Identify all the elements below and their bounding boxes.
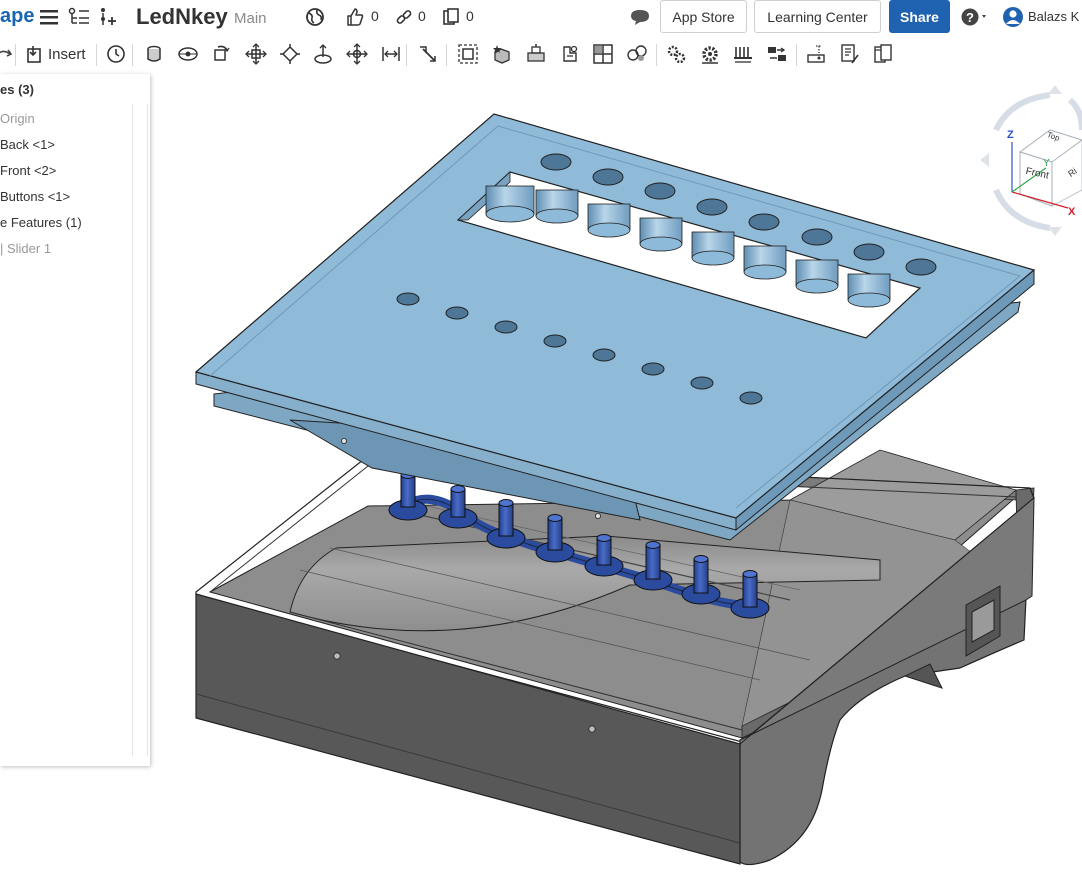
instances-heading[interactable]: es (3) <box>0 82 34 97</box>
instance-back[interactable]: Back <1> <box>0 137 55 152</box>
axis-z-label: Z <box>1007 129 1014 141</box>
panel-scrollbar[interactable] <box>147 104 148 756</box>
link-icon[interactable] <box>393 7 415 27</box>
menu-icon[interactable] <box>38 7 60 27</box>
globe-icon[interactable] <box>304 7 326 27</box>
document-title[interactable]: LedNkey <box>136 4 228 30</box>
gear-relation-icon[interactable] <box>558 42 582 66</box>
toolbar-separator <box>96 44 97 66</box>
panel-divider <box>132 104 133 756</box>
revolute-mate-icon[interactable] <box>209 42 233 66</box>
axis-y-label: Y <box>1043 158 1050 169</box>
mate-slider[interactable]: | Slider 1 <box>0 241 51 256</box>
share-button[interactable]: Share <box>889 0 950 33</box>
slider-mate-icon[interactable] <box>244 42 268 66</box>
graphics-viewport[interactable]: Z Y X Top Front Ri <box>150 74 1082 893</box>
link-count: 0 <box>418 8 426 24</box>
cylindrical-mate-icon[interactable] <box>311 42 335 66</box>
toolbar-separator <box>132 44 133 66</box>
avatar-icon[interactable] <box>1002 7 1024 27</box>
mate-connector-icon[interactable] <box>142 42 166 66</box>
redo-icon[interactable] <box>0 42 16 66</box>
group-icon[interactable] <box>456 42 480 66</box>
linear-relation-icon[interactable] <box>765 42 789 66</box>
feature-toolbar: Insert <box>0 36 1082 72</box>
learning-center-button[interactable]: Learning Center <box>754 0 881 33</box>
help-icon[interactable]: ? <box>958 7 992 27</box>
linear-pattern-icon[interactable] <box>625 42 649 66</box>
led-tube <box>743 245 787 280</box>
mass-properties-icon[interactable] <box>838 42 862 66</box>
measure-icon[interactable] <box>804 42 828 66</box>
explode-view-icon[interactable] <box>591 42 615 66</box>
rack-pinion-icon[interactable] <box>731 42 755 66</box>
like-count: 0 <box>371 8 379 24</box>
axis-x-label: X <box>1068 206 1076 218</box>
led-tube <box>535 189 579 224</box>
gear-icon[interactable] <box>698 42 722 66</box>
instance-front[interactable]: Front <2> <box>0 163 56 178</box>
insert-feature-icon[interactable] <box>98 7 120 27</box>
insert-icon[interactable] <box>22 42 46 66</box>
insert-button[interactable]: Insert <box>48 46 86 63</box>
comment-icon[interactable] <box>629 7 651 27</box>
toolbar-separator <box>15 44 16 66</box>
tangent-mate-icon[interactable] <box>416 42 440 66</box>
instance-list-panel: es (3) Origin Back <1> Front <2> Buttons… <box>0 74 150 766</box>
led-tube <box>639 217 683 252</box>
mate-features-folder[interactable]: e Features (1) <box>0 215 82 230</box>
ball-mate-icon[interactable] <box>345 42 369 66</box>
view-cube[interactable]: Z Y X Top Front Ri <box>980 85 1082 236</box>
replicate-icon[interactable] <box>490 42 514 66</box>
led-tube <box>485 185 535 223</box>
feature-list-icon[interactable] <box>68 7 90 27</box>
svg-text:?: ? <box>966 10 974 25</box>
instance-origin[interactable]: Origin <box>0 111 35 126</box>
onshape-logo[interactable]: ape <box>0 5 34 28</box>
planar-mate-icon[interactable] <box>278 42 302 66</box>
led-tube <box>847 273 891 308</box>
user-name[interactable]: Balazs K <box>1028 9 1079 24</box>
settings-icon[interactable] <box>664 42 688 66</box>
like-icon[interactable] <box>344 7 366 27</box>
toolbar-separator <box>796 44 797 66</box>
instance-buttons[interactable]: Buttons <1> <box>0 189 70 204</box>
led-tube <box>795 259 839 294</box>
mate-relation-icon[interactable] <box>524 42 548 66</box>
led-tube <box>691 231 735 266</box>
branch-name[interactable]: Main <box>234 10 267 27</box>
copy-count: 0 <box>466 8 474 24</box>
copy-icon[interactable] <box>440 7 462 27</box>
toolbar-separator <box>406 44 407 66</box>
parallel-mate-icon[interactable] <box>379 42 403 66</box>
toolbar-separator <box>446 44 447 66</box>
top-bar: ape LedNkey Main 0 0 0 App Store Learnin… <box>0 0 1082 34</box>
toolbar-separator <box>656 44 657 66</box>
led-tube <box>587 203 631 238</box>
fastened-mate-icon[interactable] <box>176 42 200 66</box>
app-store-button[interactable]: App Store <box>660 0 747 33</box>
history-icon[interactable] <box>104 42 128 66</box>
section-view-icon[interactable] <box>871 42 895 66</box>
